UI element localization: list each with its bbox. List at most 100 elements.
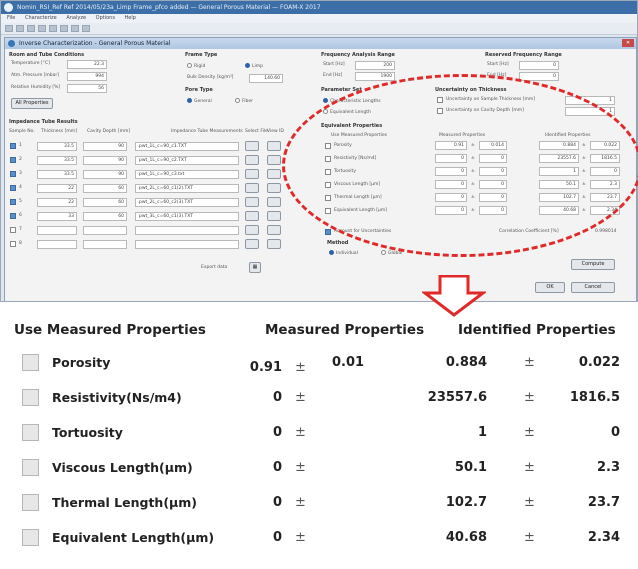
export-save-icon[interactable]: ▦ — [249, 262, 261, 273]
rigid-radio[interactable]: Rigid — [187, 63, 205, 70]
imp-row-cavity[interactable]: 90 — [83, 156, 127, 165]
menu-help[interactable]: Help — [125, 15, 136, 21]
imp-row-number: 3 — [19, 171, 22, 176]
imp-row-thickness[interactable] — [37, 226, 77, 235]
limp-radio[interactable]: Limp — [245, 63, 263, 70]
header-use-measured: Use Measured Properties — [14, 322, 206, 338]
imp-row-file[interactable]: pwt_2L_c=60_c2(3).TXT — [135, 198, 239, 207]
select-file-button[interactable] — [245, 211, 259, 221]
freq-start-field[interactable]: 200 — [355, 61, 395, 70]
imp-row-checkbox[interactable] — [10, 241, 16, 247]
redo-icon[interactable] — [60, 25, 68, 32]
fiber-radio[interactable]: Fiber — [235, 98, 253, 105]
header-identified: Identified Properties — [458, 322, 616, 338]
imp-row-cavity[interactable]: 60 — [83, 184, 127, 193]
imp-row-checkbox[interactable] — [10, 171, 16, 177]
pressure-label: Atm. Pressure [mbar] — [11, 73, 60, 78]
bulk-density-field[interactable]: 140.60 — [249, 74, 283, 83]
view-chart-icon[interactable] — [267, 169, 281, 179]
imp-row-file[interactable] — [135, 240, 239, 249]
imp-row-cavity[interactable]: 60 — [83, 198, 127, 207]
ok-button[interactable]: OK — [535, 282, 565, 293]
use-measured-checkbox[interactable] — [22, 459, 39, 476]
imp-row-cavity[interactable]: 90 — [83, 142, 127, 151]
use-measured-checkbox[interactable] — [22, 529, 39, 546]
use-measured-checkbox[interactable] — [22, 354, 39, 371]
close-icon[interactable]: ✕ — [622, 39, 634, 47]
imp-row-thickness[interactable]: 22 — [37, 184, 77, 193]
select-file-button[interactable] — [245, 239, 259, 249]
view-chart-icon[interactable] — [267, 183, 281, 193]
identified-uncertainty: 0 — [610, 425, 620, 440]
imp-row-cavity[interactable]: 90 — [83, 170, 127, 179]
imp-row-cavity[interactable]: 60 — [83, 212, 127, 221]
select-file-button[interactable] — [245, 183, 259, 193]
print-icon[interactable] — [38, 25, 46, 32]
view-chart-icon[interactable] — [267, 211, 281, 221]
undo-icon[interactable] — [49, 25, 57, 32]
view-chart-icon[interactable] — [267, 197, 281, 207]
select-file-button[interactable] — [245, 197, 259, 207]
open-icon[interactable] — [16, 25, 24, 32]
new-icon[interactable] — [5, 25, 13, 32]
all-properties-button[interactable]: All Properties — [11, 98, 53, 109]
pressure-field[interactable]: 994 — [67, 72, 107, 81]
individual-radio[interactable]: Individual — [329, 250, 358, 257]
imp-row-checkbox[interactable] — [10, 199, 16, 205]
temperature-field[interactable]: 22.3 — [67, 60, 107, 69]
imp-row-number: 6 — [19, 213, 22, 218]
menu-characterize[interactable]: Characterize — [25, 15, 57, 21]
grid-icon[interactable] — [71, 25, 79, 32]
view-chart-icon[interactable] — [267, 155, 281, 165]
imp-row-thickness[interactable]: 33.5 — [37, 156, 77, 165]
toolbar — [1, 23, 637, 35]
imp-row-file[interactable]: pwt_3L_c=60_c1(3).TXT — [135, 212, 239, 221]
imp-row-thickness[interactable]: 33 — [37, 212, 77, 221]
imp-row-file[interactable]: pwt_1L_c=90_c1.TXT — [135, 142, 239, 151]
view-chart-icon[interactable] — [267, 239, 281, 249]
imp-row-cavity[interactable] — [83, 226, 127, 235]
imp-row-checkbox[interactable] — [10, 143, 16, 149]
imp-row-thickness[interactable]: 33.5 — [37, 142, 77, 151]
account-uncert-checkbox[interactable] — [325, 229, 331, 235]
imp-row-thickness[interactable] — [37, 240, 77, 249]
plus-minus-symbol: ± — [295, 530, 306, 545]
select-file-button[interactable] — [245, 155, 259, 165]
select-file-button[interactable] — [245, 141, 259, 151]
select-file-button[interactable] — [245, 225, 259, 235]
view-chart-icon[interactable] — [267, 225, 281, 235]
imp-row-file[interactable] — [135, 226, 239, 235]
use-measured-checkbox[interactable] — [22, 389, 39, 406]
imp-row-file[interactable]: pwt_1L_c=90_c3.txt — [135, 170, 239, 179]
imp-header-measurements: Impedance Tube Measurements — [171, 129, 243, 134]
use-measured-checkbox[interactable] — [22, 494, 39, 511]
menu-options[interactable]: Options — [96, 15, 115, 21]
view-chart-icon[interactable] — [267, 141, 281, 151]
imp-row-checkbox[interactable] — [10, 185, 16, 191]
menu-analyze[interactable]: Analyze — [66, 15, 86, 21]
imp-row-file[interactable]: pwt_1L_c=90_c2.TXT — [135, 156, 239, 165]
use-measured-checkbox[interactable] — [22, 424, 39, 441]
imp-row-thickness[interactable]: 22 — [37, 198, 77, 207]
save-icon[interactable] — [27, 25, 35, 32]
identified-uncertainty: 23.7 — [587, 495, 620, 510]
menu-file[interactable]: File — [7, 15, 15, 21]
imp-row-cavity[interactable] — [83, 240, 127, 249]
humidity-field[interactable]: 56 — [67, 84, 107, 93]
select-file-button[interactable] — [245, 169, 259, 179]
imp-row-checkbox[interactable] — [10, 157, 16, 163]
res-start-field[interactable]: 0 — [519, 61, 559, 70]
plus-minus-symbol: ± — [524, 460, 535, 475]
general-radio[interactable]: General — [187, 98, 212, 105]
imp-row-thickness[interactable]: 33.5 — [37, 170, 77, 179]
zoomed-properties-panel: Use Measured Properties Measured Propert… — [14, 318, 630, 568]
freq-end-field[interactable]: 1900 — [355, 72, 395, 81]
measured-value: 0 — [272, 425, 282, 440]
help-icon[interactable] — [82, 25, 90, 32]
imp-row-checkbox[interactable] — [10, 213, 16, 219]
imp-header-thickness: Thickness [mm] — [41, 129, 77, 134]
compute-button[interactable]: Compute — [571, 259, 615, 270]
imp-row-file[interactable]: pwt_2L_c=60_c1(2).TXT — [135, 184, 239, 193]
imp-row-checkbox[interactable] — [10, 227, 16, 233]
cancel-button[interactable]: Cancel — [571, 282, 615, 293]
